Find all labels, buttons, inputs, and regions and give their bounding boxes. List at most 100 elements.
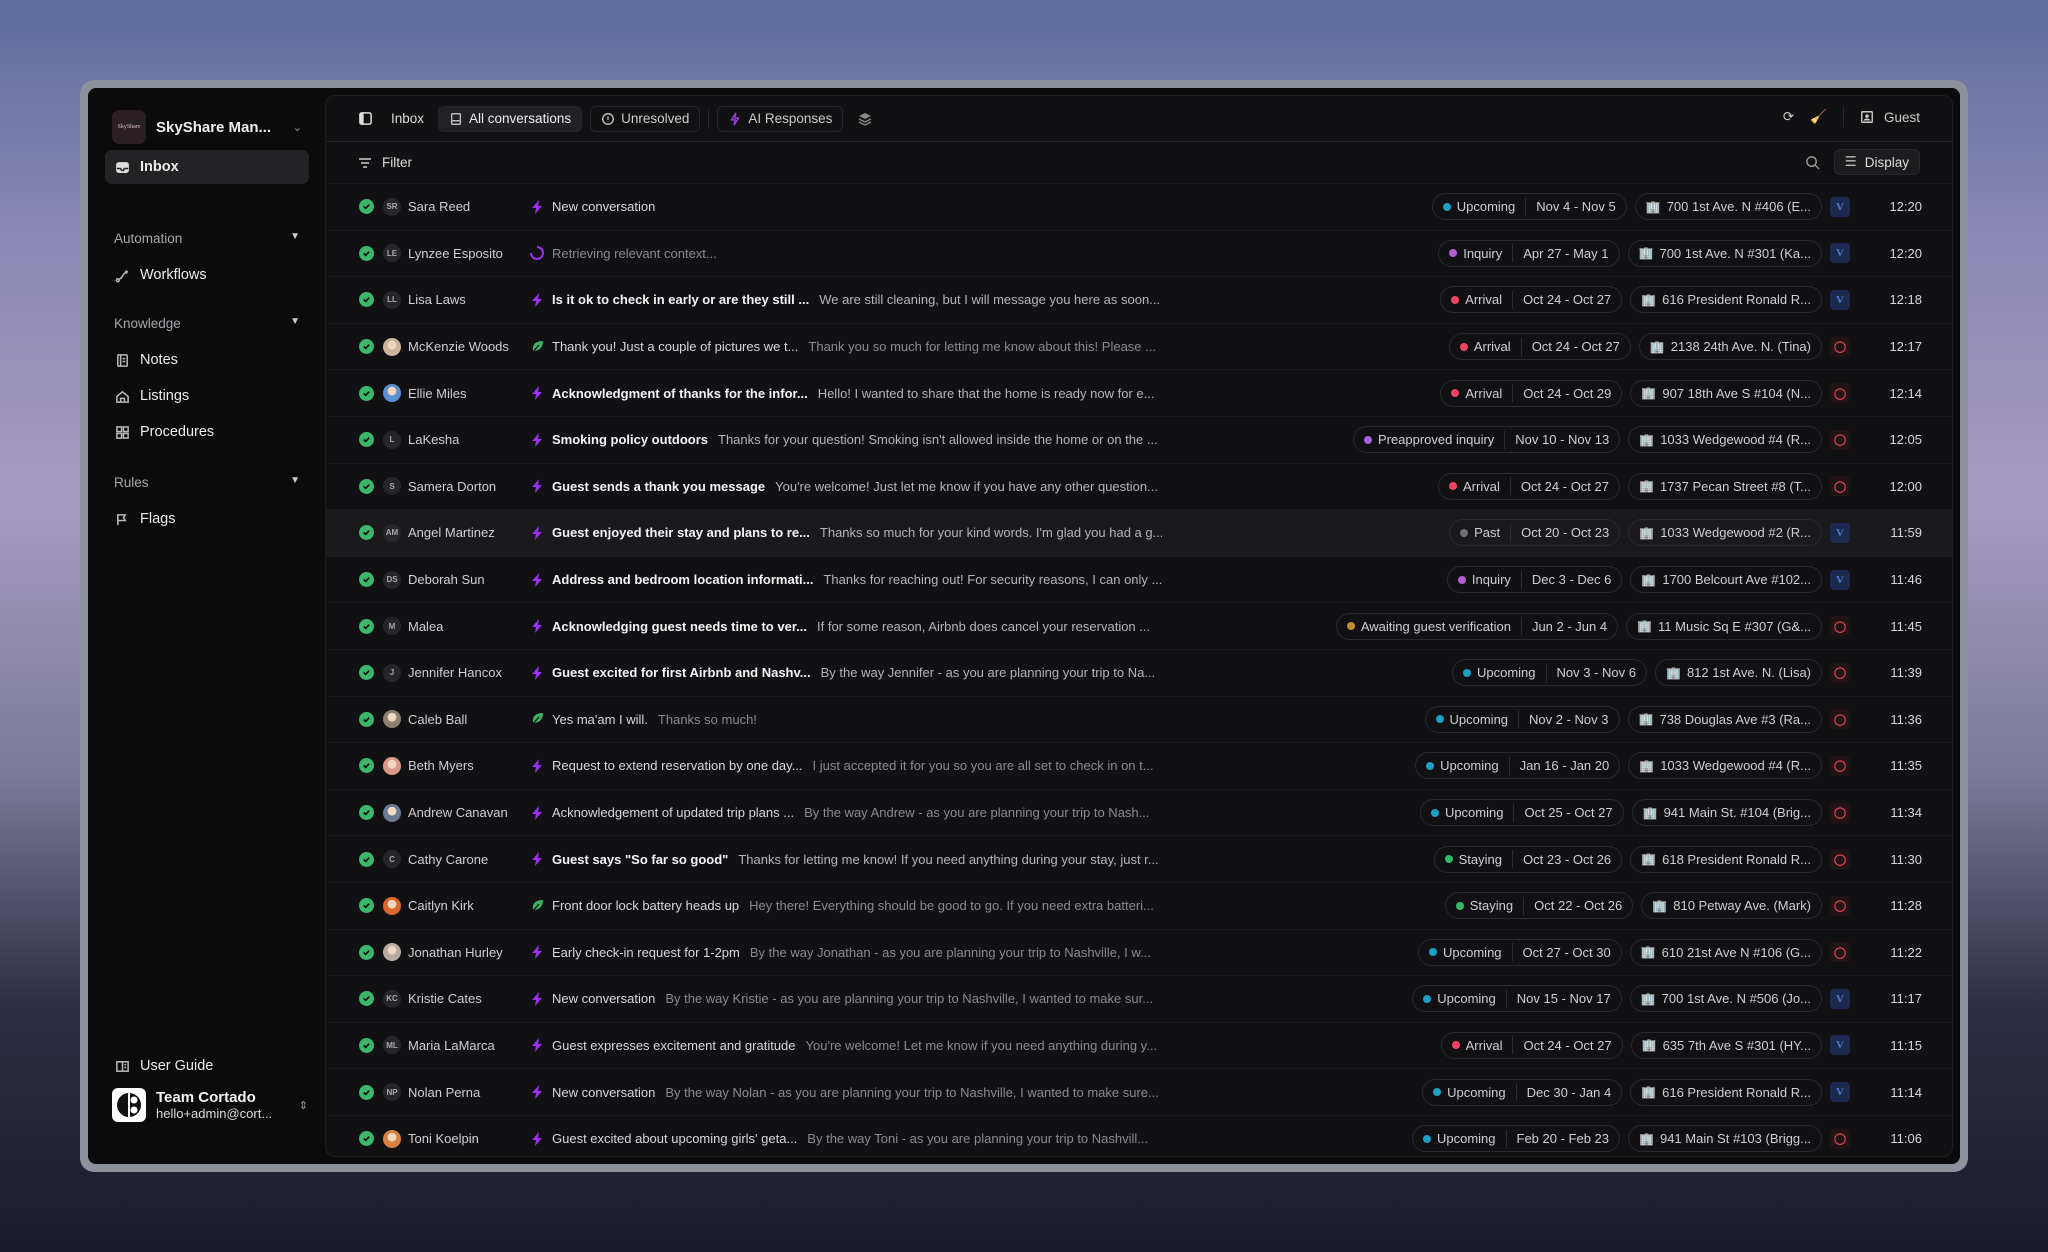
guest-button[interactable]: Guest bbox=[1860, 110, 1920, 125]
conversation-row[interactable]: AM Angel Martinez Guest enjoyed their sta… bbox=[326, 510, 1952, 557]
conversation-row[interactable]: M Malea Acknowledging guest needs time to… bbox=[326, 603, 1952, 650]
reservation-status-pill[interactable]: Staying Oct 23 - Oct 26 bbox=[1433, 845, 1623, 873]
conversation-row[interactable]: LL Lisa Laws Is it ok to check in early o… bbox=[326, 277, 1952, 324]
resolved-check-icon[interactable] bbox=[359, 1037, 374, 1053]
resolved-check-icon[interactable] bbox=[359, 805, 374, 821]
conversation-row[interactable]: ML Maria LaMarca Guest expresses exciteme… bbox=[326, 1023, 1952, 1070]
property-pill[interactable]: 🏢 700 1st Ave. N #301 (Ka... bbox=[1627, 239, 1822, 267]
resolved-check-icon[interactable] bbox=[359, 618, 374, 634]
reservation-status-pill[interactable]: Upcoming Nov 15 - Nov 17 bbox=[1412, 985, 1622, 1013]
property-pill[interactable]: 🏢 941 Main St #103 (Brigg... bbox=[1628, 1125, 1822, 1153]
property-pill[interactable]: 🏢 618 President Ronald R... bbox=[1630, 845, 1822, 873]
layers-icon[interactable] bbox=[857, 111, 873, 127]
sidebar-item-inbox[interactable]: Inbox bbox=[105, 150, 309, 184]
conversation-row[interactable]: C Cathy Carone Guest says "So far so good… bbox=[326, 836, 1952, 883]
resolved-check-icon[interactable] bbox=[359, 1131, 374, 1147]
refresh-icon[interactable]: ⟳ bbox=[1783, 109, 1794, 125]
property-pill[interactable]: 🏢 738 Douglas Ave #3 (Ra... bbox=[1627, 705, 1822, 733]
reservation-status-pill[interactable]: Upcoming Feb 20 - Feb 23 bbox=[1411, 1125, 1621, 1153]
reservation-status-pill[interactable]: Inquiry Apr 27 - May 1 bbox=[1438, 239, 1620, 267]
reservation-status-pill[interactable]: Inquiry Dec 3 - Dec 6 bbox=[1446, 566, 1623, 594]
filter-button[interactable]: Filter bbox=[382, 155, 412, 170]
property-pill[interactable]: 🏢 941 Main St. #104 (Brig... bbox=[1631, 799, 1822, 827]
property-pill[interactable]: 🏢 616 President Ronald R... bbox=[1630, 286, 1822, 314]
reservation-status-pill[interactable]: Staying Oct 22 - Oct 26 bbox=[1444, 892, 1634, 920]
resolved-check-icon[interactable] bbox=[359, 665, 374, 681]
tab-all-conversations[interactable]: All conversations bbox=[438, 105, 583, 132]
display-button[interactable]: ☰ Display bbox=[1833, 149, 1920, 175]
reservation-status-pill[interactable]: Upcoming Nov 4 - Nov 5 bbox=[1431, 193, 1627, 221]
resolved-check-icon[interactable] bbox=[359, 339, 374, 355]
property-pill[interactable]: 🏢 1700 Belcourt Ave #102... bbox=[1630, 566, 1822, 594]
reservation-status-pill[interactable]: Upcoming Nov 2 - Nov 3 bbox=[1424, 705, 1620, 733]
reservation-status-pill[interactable]: Arrival Oct 24 - Oct 29 bbox=[1440, 379, 1623, 407]
reservation-status-pill[interactable]: Preapproved inquiry Nov 10 - Nov 13 bbox=[1352, 426, 1621, 454]
conversation-row[interactable]: NP Nolan Perna New conversation By the way… bbox=[326, 1069, 1952, 1116]
conversation-row[interactable]: L LaKesha Smoking policy outdoors Thanks f… bbox=[326, 417, 1952, 464]
user-guide-link[interactable]: User Guide bbox=[105, 1049, 309, 1083]
resolved-check-icon[interactable] bbox=[359, 944, 374, 960]
reservation-status-pill[interactable]: Arrival Oct 24 - Oct 27 bbox=[1440, 286, 1623, 314]
conversation-row[interactable]: J Jennifer Hancox Guest excited for first… bbox=[326, 650, 1952, 697]
resolved-check-icon[interactable] bbox=[359, 478, 374, 494]
conversation-row[interactable]: Jonathan Hurley Early check-in request f… bbox=[326, 930, 1952, 977]
conversation-row[interactable]: KC Kristie Cates New conversation By the w… bbox=[326, 976, 1952, 1023]
reservation-status-pill[interactable]: Arrival Oct 24 - Oct 27 bbox=[1440, 1031, 1623, 1059]
resolved-check-icon[interactable] bbox=[359, 292, 374, 308]
property-pill[interactable]: 🏢 907 18th Ave S #104 (N... bbox=[1630, 379, 1822, 407]
section-rules[interactable]: Rules ▼ bbox=[114, 475, 300, 490]
reservation-status-pill[interactable]: Upcoming Jan 16 - Jan 20 bbox=[1415, 752, 1621, 780]
reservation-status-pill[interactable]: Upcoming Dec 30 - Jan 4 bbox=[1422, 1078, 1623, 1106]
conversation-row[interactable]: LE Lynzee Esposito Retrieving relevant co… bbox=[326, 231, 1952, 278]
conversation-row[interactable]: Toni Koelpin Guest excited about upcomin… bbox=[326, 1116, 1952, 1156]
sidebar-item-listings[interactable]: Listings bbox=[105, 379, 309, 413]
sidebar-item-flags[interactable]: Flags bbox=[105, 502, 309, 536]
filter-icon[interactable] bbox=[358, 157, 372, 169]
conversation-row[interactable]: DS Deborah Sun Address and bedroom locati… bbox=[326, 557, 1952, 604]
resolved-check-icon[interactable] bbox=[359, 385, 374, 401]
reservation-status-pill[interactable]: Awaiting guest verification Jun 2 - Jun 4 bbox=[1335, 612, 1619, 640]
sidebar-toggle-icon[interactable] bbox=[358, 111, 373, 126]
account-switcher[interactable]: Team Cortado hello+admin@cort... ⇕ bbox=[112, 1088, 308, 1122]
property-pill[interactable]: 🏢 812 1st Ave. N. (Lisa) bbox=[1655, 659, 1822, 687]
property-pill[interactable]: 🏢 2138 24th Ave. N. (Tina) bbox=[1638, 333, 1822, 361]
property-pill[interactable]: 🏢 700 1st Ave. N #406 (E... bbox=[1634, 193, 1822, 221]
property-pill[interactable]: 🏢 635 7th Ave S #301 (HY... bbox=[1630, 1031, 1822, 1059]
property-pill[interactable]: 🏢 11 Music Sq E #307 (G&... bbox=[1626, 612, 1822, 640]
sidebar-item-procedures[interactable]: Procedures bbox=[105, 415, 309, 449]
conversation-row[interactable]: McKenzie Woods Thank you! Just a couple … bbox=[326, 324, 1952, 371]
search-icon[interactable] bbox=[1805, 155, 1820, 170]
property-pill[interactable]: 🏢 700 1st Ave. N #506 (Jo... bbox=[1629, 985, 1822, 1013]
property-pill[interactable]: 🏢 1033 Wedgewood #4 (R... bbox=[1628, 752, 1822, 780]
section-knowledge[interactable]: Knowledge ▼ bbox=[114, 316, 300, 331]
reservation-status-pill[interactable]: Past Oct 20 - Oct 23 bbox=[1449, 519, 1621, 547]
resolved-check-icon[interactable] bbox=[359, 572, 374, 588]
conversation-row[interactable]: Caleb Ball Yes ma'am I will. Thanks so mu… bbox=[326, 697, 1952, 744]
conversation-row[interactable]: Beth Myers Request to extend reservation… bbox=[326, 743, 1952, 790]
property-pill[interactable]: 🏢 616 President Ronald R... bbox=[1630, 1078, 1822, 1106]
conversation-row[interactable]: SR Sara Reed New conversation Upcoming Nov… bbox=[326, 184, 1952, 231]
resolved-check-icon[interactable] bbox=[359, 711, 374, 727]
reservation-status-pill[interactable]: Upcoming Oct 25 - Oct 27 bbox=[1419, 799, 1624, 827]
sidebar-item-workflows[interactable]: Workflows bbox=[105, 258, 309, 292]
property-pill[interactable]: 🏢 1737 Pecan Street #8 (T... bbox=[1628, 472, 1822, 500]
conversation-row[interactable]: Caitlyn Kirk Front door lock battery hea… bbox=[326, 883, 1952, 930]
resolved-check-icon[interactable] bbox=[359, 525, 374, 541]
broom-icon[interactable]: 🧹 bbox=[1810, 109, 1827, 125]
conversation-row[interactable]: Andrew Canavan Acknowledgement of update… bbox=[326, 790, 1952, 837]
resolved-check-icon[interactable] bbox=[359, 245, 374, 261]
reservation-status-pill[interactable]: Arrival Oct 24 - Oct 27 bbox=[1448, 333, 1631, 361]
property-pill[interactable]: 🏢 1033 Wedgewood #2 (R... bbox=[1628, 519, 1822, 547]
reservation-status-pill[interactable]: Arrival Oct 24 - Oct 27 bbox=[1438, 472, 1620, 500]
property-pill[interactable]: 🏢 1033 Wedgewood #4 (R... bbox=[1628, 426, 1822, 454]
tab-ai-responses[interactable]: AI Responses bbox=[717, 105, 844, 132]
conversation-row[interactable]: S Samera Dorton Guest sends a thank you m… bbox=[326, 464, 1952, 511]
org-switcher[interactable]: SkyShare SkyShare Man... ⌄ bbox=[112, 110, 302, 144]
resolved-check-icon[interactable] bbox=[359, 991, 374, 1007]
resolved-check-icon[interactable] bbox=[359, 851, 374, 867]
property-pill[interactable]: 🏢 610 21st Ave N #106 (G... bbox=[1629, 938, 1822, 966]
conversation-row[interactable]: Ellie Miles Acknowledgment of thanks for… bbox=[326, 370, 1952, 417]
property-pill[interactable]: 🏢 810 Petway Ave. (Mark) bbox=[1641, 892, 1822, 920]
resolved-check-icon[interactable] bbox=[359, 898, 374, 914]
tab-unresolved[interactable]: Unresolved bbox=[590, 105, 701, 132]
